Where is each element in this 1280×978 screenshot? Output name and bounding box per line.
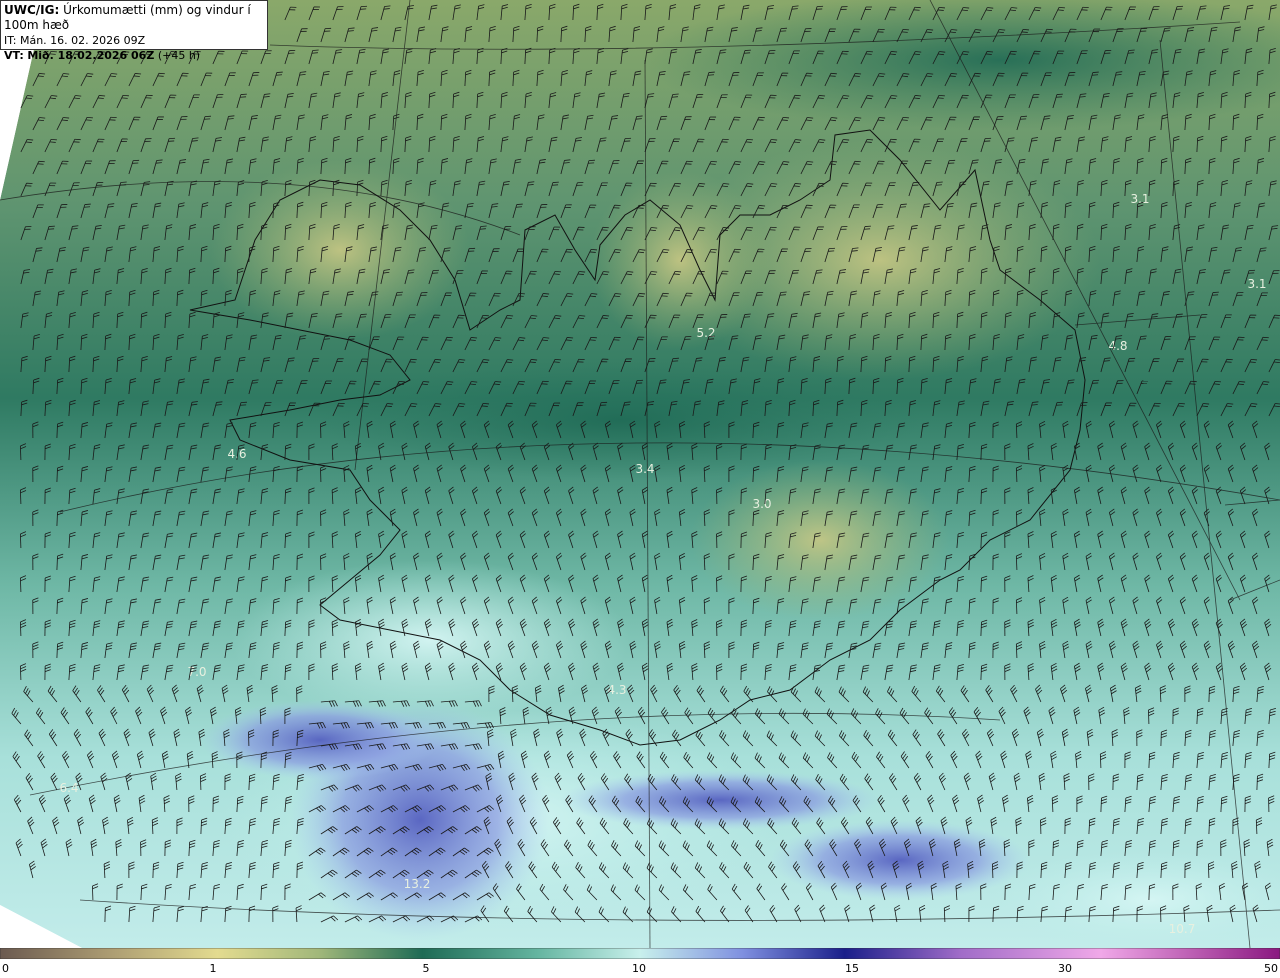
model-code: UWC/IG: (4, 3, 60, 17)
field-value-label: 13.2 (404, 877, 431, 891)
field-value-label: 10.7 (1169, 922, 1196, 936)
field-value-label: 3.4 (635, 462, 654, 476)
valid-time: Mið. 18.02.2026 06Z (27, 49, 155, 62)
colorbar-tick-label: 1 (209, 962, 217, 975)
initial-time: Mán. 16. 02. 2026 09Z (19, 34, 146, 47)
colorbar-gradient (0, 948, 1280, 959)
colorbar-tick-label: 5 (422, 962, 430, 975)
colorbar-tick-label: 50 (1264, 962, 1278, 975)
field-value-label: 5.2 (696, 326, 715, 340)
field-value-label: 3.1 (1130, 192, 1149, 206)
colorbar-tick-label: 0 (2, 962, 9, 975)
field-value-label: 4.3 (607, 683, 626, 697)
colorbar-tick-label: 15 (845, 962, 859, 975)
forecast-offset: (+45 h) (157, 49, 201, 62)
field-value-label: 4.8 (1108, 339, 1127, 353)
precipitation-map: 3.1 3.1 4.8 5.2 4.6 3.4 3.0 7.0 4.3 6.4 13.2 10.7 (0, 0, 1280, 950)
colorbar: 0 1 5 10 15 30 50 (0, 948, 1280, 978)
field-value-label: 3.1 (1247, 277, 1266, 291)
colorbar-tick-label: 10 (632, 962, 646, 975)
vt-label: VT: (4, 49, 24, 62)
field-value-label: 3.0 (752, 497, 771, 511)
field-value-label: 6.4 (59, 781, 78, 795)
map-canvas: 3.13.14.85.24.63.43.07.04.36.413.210.7 (0, 0, 1280, 950)
colorbar-tick-label: 30 (1058, 962, 1072, 975)
map-header: UWC/IG: Úrkomumætti (mm) og vindur í 100… (0, 0, 268, 62)
it-label: IT: (4, 34, 17, 47)
